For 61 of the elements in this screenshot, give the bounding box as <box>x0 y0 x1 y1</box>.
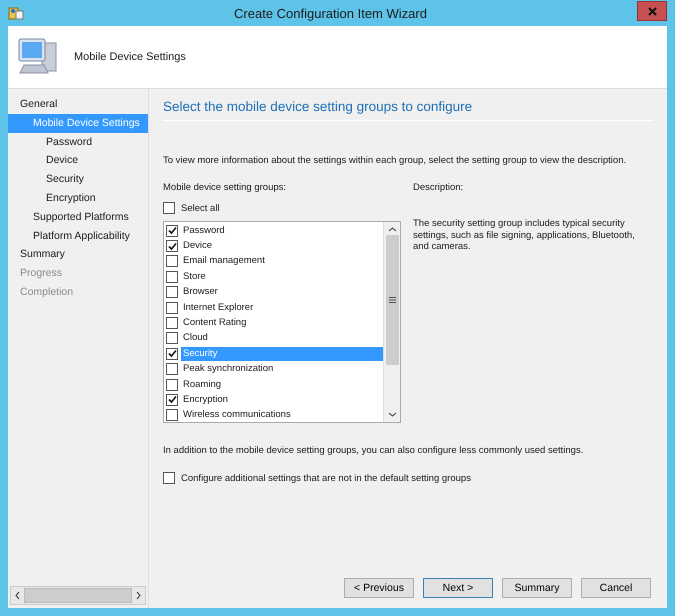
nav-step[interactable]: Device <box>8 151 148 170</box>
additional-settings-label[interactable]: Configure additional settings that are not in the default setting groups <box>181 472 471 484</box>
group-checkbox[interactable] <box>166 317 178 330</box>
group-item[interactable]: Store <box>181 270 383 284</box>
group-checkbox[interactable] <box>166 255 178 268</box>
vertical-scrollbar[interactable] <box>383 222 400 422</box>
scroll-thumb[interactable] <box>386 234 398 364</box>
scroll-down-icon[interactable] <box>388 411 396 418</box>
group-item[interactable]: Internet Explorer <box>181 300 383 315</box>
group-item[interactable]: Password <box>181 224 383 238</box>
group-checkbox[interactable] <box>166 348 178 360</box>
close-button[interactable] <box>637 1 667 21</box>
group-checkbox[interactable] <box>166 286 178 298</box>
group-item[interactable]: Wireless communications <box>181 408 383 422</box>
close-icon <box>648 6 656 16</box>
scroll-up-icon[interactable] <box>388 226 396 233</box>
nav-step[interactable]: Supported Platforms <box>8 208 148 227</box>
group-item[interactable]: Cloud <box>181 331 383 346</box>
instruction-text: To view more information about the settings within each group, select the setting group to view the description. <box>163 155 628 166</box>
group-item[interactable]: Roaming <box>181 378 383 392</box>
nav-step[interactable]: Password <box>8 132 148 152</box>
group-item[interactable]: Encryption <box>181 392 383 407</box>
group-item[interactable]: Content Rating <box>181 316 383 330</box>
group-checkbox[interactable] <box>166 332 178 344</box>
groups-label: Mobile device setting groups: <box>163 182 288 193</box>
scroll-right-icon[interactable] <box>135 591 142 600</box>
wizard-button[interactable]: Cancel <box>581 578 651 598</box>
group-checkbox[interactable] <box>166 363 178 376</box>
grip-icon <box>388 296 396 302</box>
select-all-checkbox[interactable] <box>163 202 175 214</box>
additional-settings-checkbox[interactable] <box>163 472 175 484</box>
nav-step[interactable]: Security <box>8 170 148 189</box>
nav-step[interactable]: Summary <box>8 245 148 264</box>
group-checkbox[interactable] <box>166 224 178 237</box>
group-checkbox[interactable] <box>166 270 178 283</box>
group-item[interactable]: Email management <box>181 254 383 268</box>
group-checkbox[interactable] <box>166 240 178 252</box>
wizard-button[interactable]: Summary <box>502 578 572 598</box>
window-title: Create Configuration Item Wizard <box>233 6 428 20</box>
wizard-button[interactable]: Next > <box>423 578 493 598</box>
group-checkbox[interactable] <box>166 394 178 406</box>
app-icon <box>8 5 24 21</box>
group-checkbox[interactable] <box>166 409 178 422</box>
horizontal-scrollbar[interactable] <box>10 586 146 605</box>
section-heading: Select the mobile device setting groups to configure <box>163 99 653 121</box>
page-title: Mobile Device Settings <box>74 51 186 63</box>
description-text: The security setting group includes typical security settings, such as file signing, applications, Bluetooth, and cameras. <box>413 218 636 252</box>
nav-step[interactable]: General <box>8 95 148 114</box>
nav-step[interactable]: Encryption <box>8 188 148 208</box>
group-item[interactable]: Peak synchronization <box>181 362 383 376</box>
group-item[interactable]: Browser <box>181 285 383 300</box>
group-item[interactable]: Device <box>181 239 383 254</box>
scroll-thumb[interactable] <box>24 588 132 603</box>
nav-step[interactable]: Platform Applicability <box>8 226 148 246</box>
select-all-label[interactable]: Select all <box>181 202 220 214</box>
group-checkbox[interactable] <box>166 378 178 391</box>
scroll-left-icon[interactable] <box>14 591 21 600</box>
description-label: Description: <box>413 182 464 193</box>
group-checkbox[interactable] <box>166 302 178 314</box>
wizard-button[interactable]: < Previous <box>344 578 414 598</box>
additional-settings-note: In addition to the mobile device setting groups, you can also configure less commonly used settings. <box>163 445 584 456</box>
